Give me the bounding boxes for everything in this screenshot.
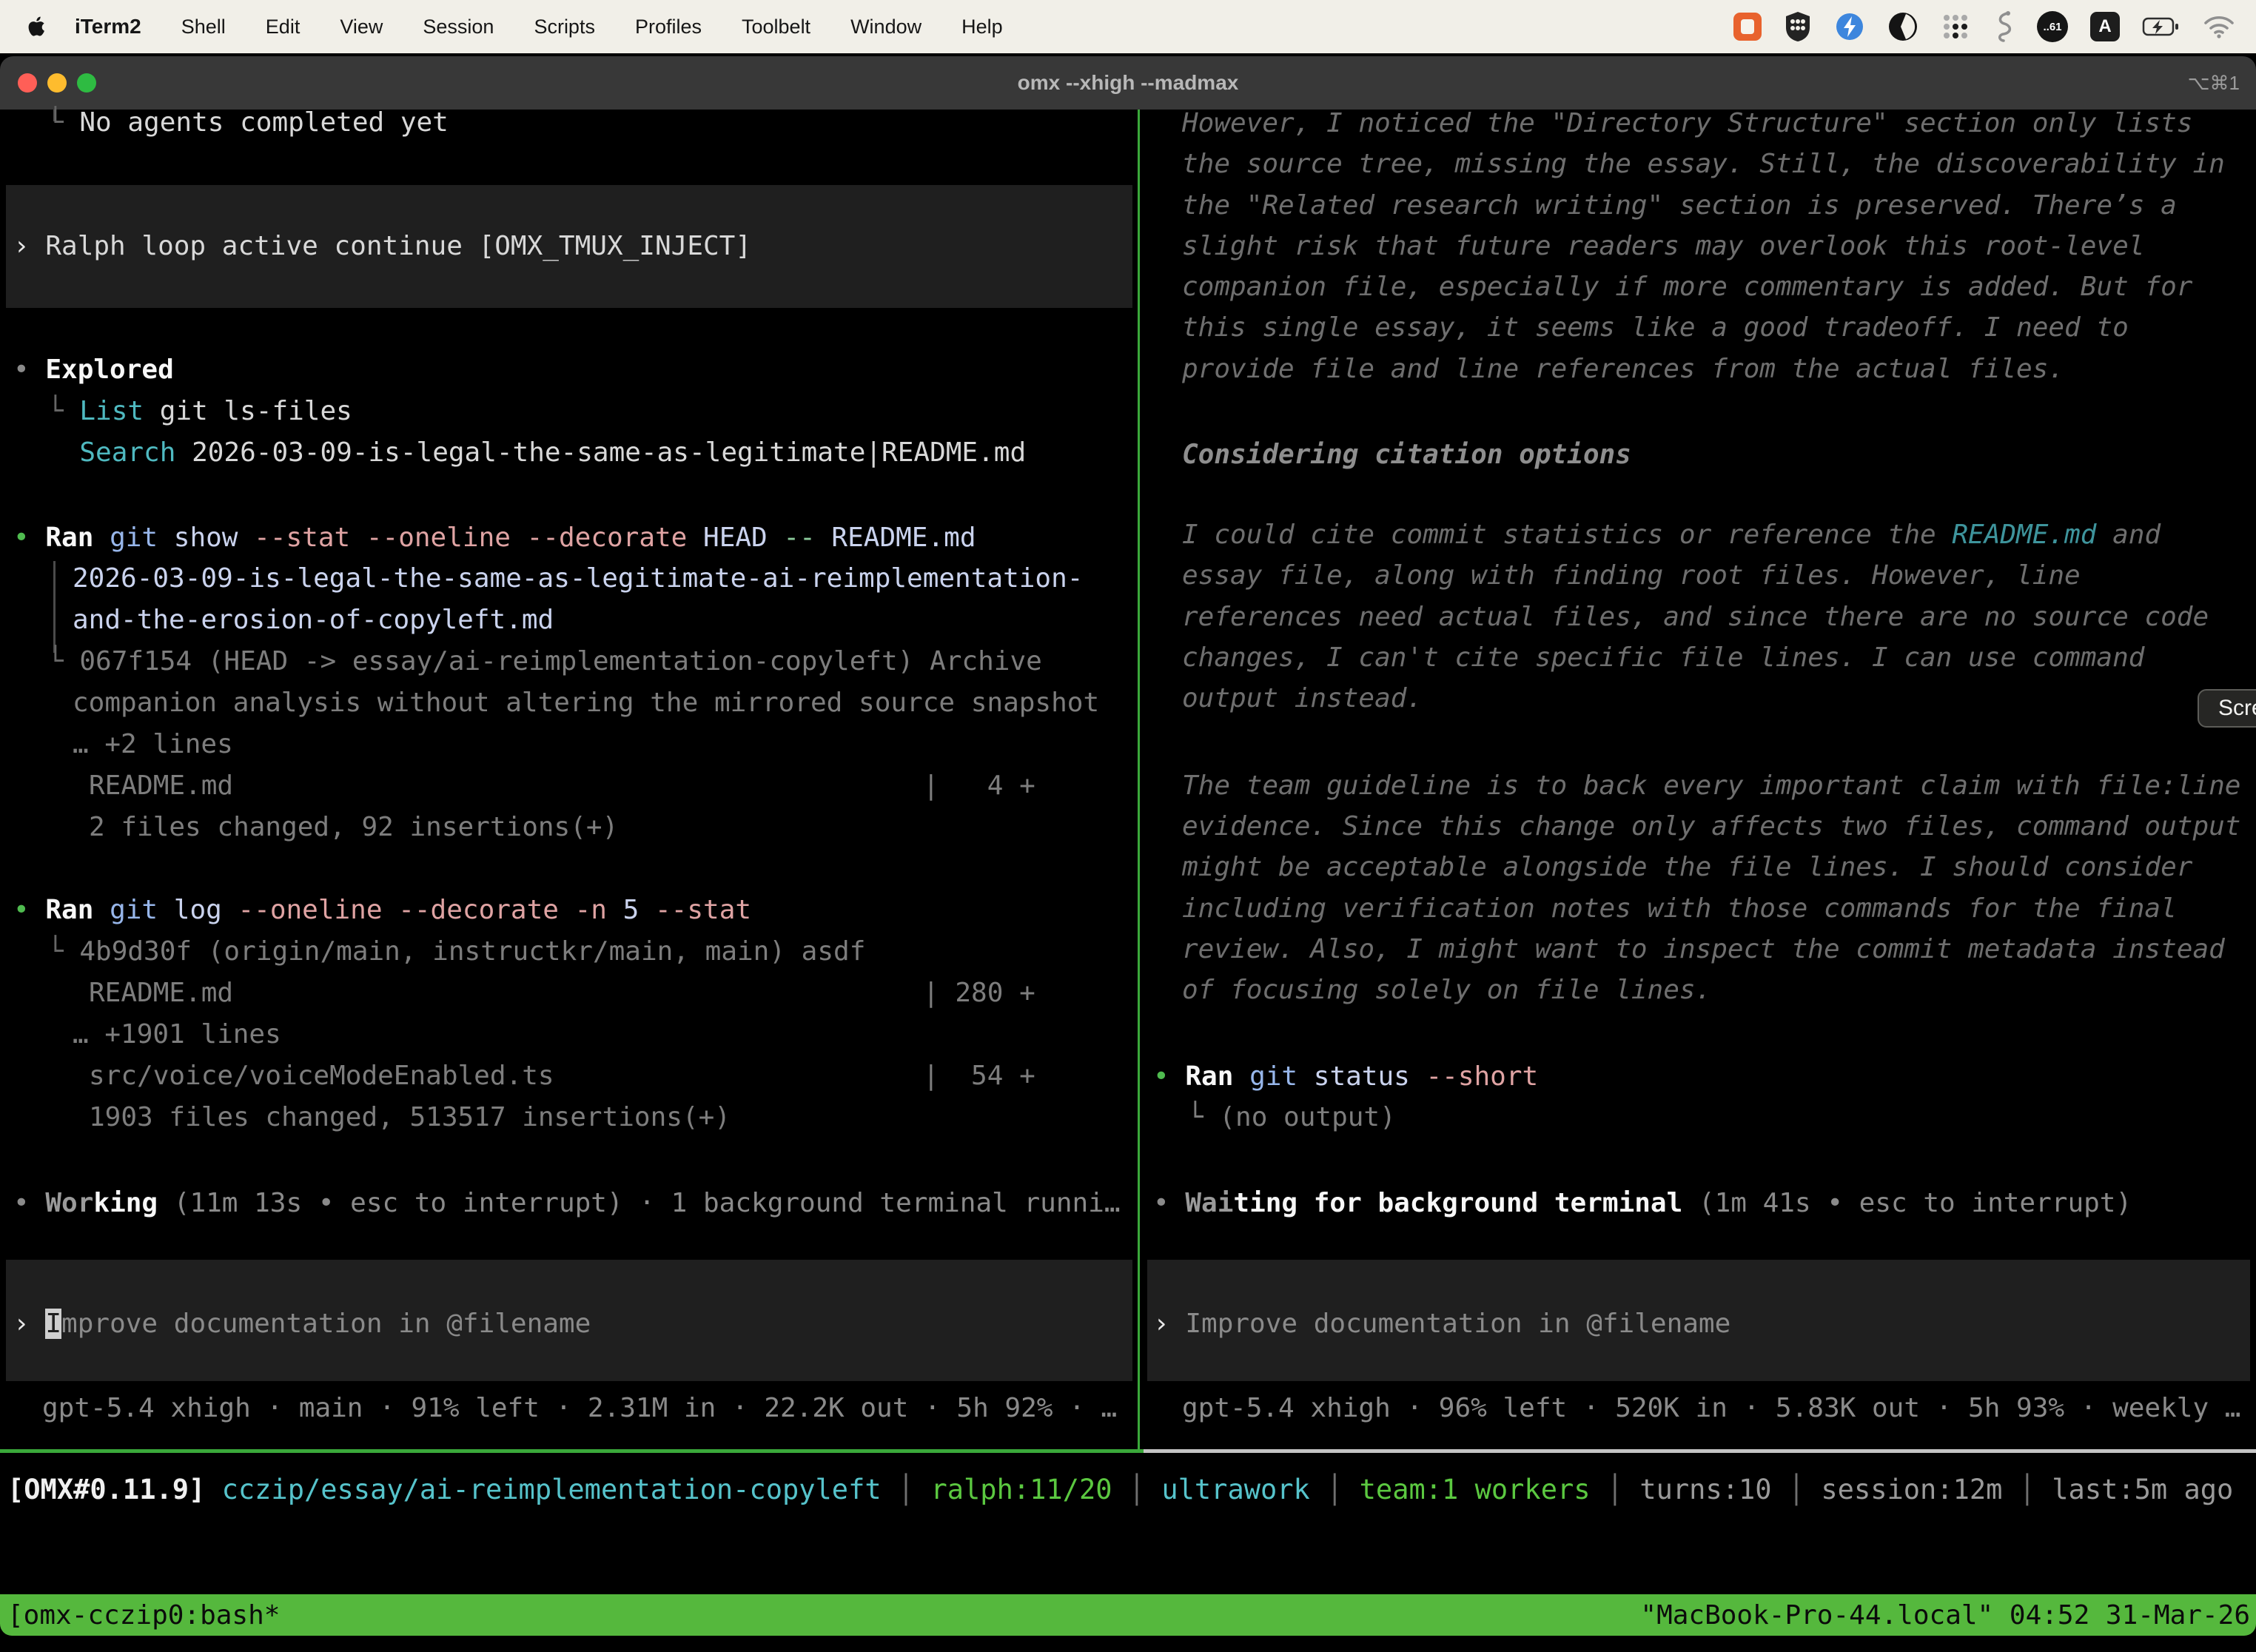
left-model-statusline: gpt-5.4 xhigh · main · 91% left · 2.31M …	[42, 1392, 1117, 1425]
reasoning-line: references need actual files, and since …	[1182, 601, 2209, 634]
left-prompt-input[interactable]: › Improve documentation in @filename	[13, 1308, 591, 1340]
reasoning-heading: Considering citation options	[1182, 439, 1631, 471]
omx-mode: ultrawork	[1161, 1474, 1309, 1505]
git-show-wrap-line: 2026-03-09-is-legal-the-same-as-legitima…	[73, 563, 1083, 595]
bullet: •	[13, 355, 45, 385]
omx-session: session:12m	[1821, 1474, 2002, 1505]
reasoning-line: essay file, along with finding root file…	[1182, 560, 2081, 592]
readme-link[interactable]: README.md	[1952, 520, 2096, 550]
reasoning-line: I could cite commit statistics or refere…	[1182, 519, 2161, 551]
tree-glyph: └	[47, 396, 79, 426]
git-log-stat-line: 1903 files changed, 513517 insertions(+)	[89, 1101, 731, 1134]
reasoning-line: changes, I can't cite specific file line…	[1182, 642, 2144, 674]
reasoning-line: the source tree, missing the essay. Stil…	[1182, 148, 2225, 181]
git-log-stat-line: src/voice/voiceModeEnabled.ts | 54 +	[89, 1060, 1035, 1092]
git-status-command: • Ran git status --short	[1153, 1061, 1538, 1093]
omx-ralph: ralph:11/20	[930, 1474, 1112, 1505]
git-show-stat-line: README.md | 4 +	[89, 770, 1035, 802]
prompt-glyph: ›	[13, 1309, 45, 1339]
omx-team: team:1 workers	[1360, 1474, 1591, 1505]
git-show-output-line: └ 067f154 (HEAD -> essay/ai-reimplementa…	[47, 645, 1042, 678]
tmux-status-bar: [omx-cczip0:bash* "MacBook-Pro-44.local"…	[0, 1594, 2256, 1636]
prompt-glyph: ›	[1153, 1309, 1185, 1339]
explored-search-line: Search 2026-03-09-is-legal-the-same-as-l…	[47, 437, 1026, 469]
git-show-stat-line: 2 files changed, 92 insertions(+)	[89, 811, 618, 844]
bullet: •	[1153, 1188, 1185, 1218]
tree-glyph: └	[47, 936, 79, 967]
reasoning-line: might be acceptable alongside the file l…	[1182, 851, 2192, 884]
screen-overlay-button[interactable]: Scre	[2198, 689, 2256, 728]
inject-banner-line: › Ralph loop active continue [OMX_TMUX_I…	[13, 230, 751, 263]
git-show-output-line: … +2 lines	[73, 728, 233, 761]
omx-version: [OMX#0.11.9]	[7, 1474, 205, 1505]
reasoning-line: including verification notes with those …	[1182, 893, 2177, 925]
agents-note-line: └ No agents completed yet	[47, 107, 449, 139]
tree-glyph: └	[47, 646, 79, 676]
git-log-output-line: └ 4b9d30f (origin/main, instructkr/main,…	[47, 936, 865, 968]
terminal-area: └ No agents completed yet › Ralph loop a…	[0, 0, 2256, 1652]
bullet: •	[13, 1188, 45, 1218]
explored-header: • Explored	[13, 354, 174, 386]
git-show-output-line: companion analysis without altering the …	[73, 687, 1099, 719]
reasoning-line: evidence. Since this change only affects…	[1182, 810, 2240, 843]
reasoning-line: companion file, especially if more comme…	[1182, 271, 2192, 303]
tmux-host-clock: "MacBook-Pro-44.local" 04:52 31-Mar-26	[1640, 1600, 2250, 1631]
left-pane-bottom-border	[0, 1449, 1144, 1453]
inject-banner: › Ralph loop active continue [OMX_TMUX_I…	[6, 185, 1132, 308]
text-cursor: I	[45, 1309, 61, 1339]
working-status-line: • Working (11m 13s • esc to interrupt) ·…	[13, 1187, 1121, 1220]
pane-divider[interactable]	[1138, 110, 1140, 1451]
right-prompt-box[interactable]: › Improve documentation in @filename	[1147, 1260, 2250, 1381]
right-model-statusline: gpt-5.4 xhigh · 96% left · 520K in · 5.8…	[1182, 1392, 2240, 1425]
git-log-stat-line: README.md | 280 +	[89, 977, 1035, 1010]
reasoning-line: However, I noticed the "Directory Struct…	[1182, 107, 2192, 140]
bullet: •	[13, 523, 45, 553]
git-log-command: • Ran git log --oneline --decorate -n 5 …	[13, 894, 751, 927]
tree-glyph: └	[47, 107, 79, 138]
git-show-command: • Ran git show --stat --oneline --decora…	[13, 522, 976, 554]
tmux-session-window[interactable]: [omx-cczip0:bash*	[7, 1600, 280, 1631]
reasoning-line: slight risk that future readers may over…	[1182, 230, 2144, 263]
bullet: •	[1153, 1061, 1185, 1092]
reasoning-line: provide file and line references from th…	[1182, 353, 2064, 386]
reasoning-line: The team guideline is to back every impo…	[1182, 770, 2240, 802]
right-pane-bottom-border	[1144, 1449, 2256, 1453]
reasoning-line: review. Also, I might want to inspect th…	[1182, 933, 2225, 966]
git-log-output-line: … +1901 lines	[73, 1018, 281, 1051]
reasoning-line: of focusing solely on file lines.	[1182, 974, 1711, 1007]
git-status-output-line: └ (no output)	[1187, 1101, 1396, 1134]
omx-turns: turns:10	[1639, 1474, 1771, 1505]
git-show-wrap-line: and-the-erosion-of-copyleft.md	[73, 604, 554, 637]
reasoning-line: the "Related research writing" section i…	[1182, 189, 2177, 222]
omx-path	[205, 1474, 221, 1505]
explored-list-line: └ List git ls-files	[47, 395, 352, 428]
omx-last: last:5m ago	[2052, 1474, 2233, 1505]
bullet: •	[13, 895, 45, 925]
omx-status-bar: [OMX#0.11.9] cczip/essay/ai-reimplementa…	[7, 1473, 2233, 1507]
waiting-status-line: • Waiting for background terminal (1m 41…	[1153, 1187, 2132, 1220]
left-prompt-box[interactable]: › Improve documentation in @filename	[6, 1260, 1132, 1381]
prompt-glyph: ›	[13, 231, 45, 261]
right-prompt-input[interactable]: › Improve documentation in @filename	[1153, 1308, 1730, 1340]
reasoning-line: this single essay, it seems like a good …	[1182, 312, 2129, 344]
reasoning-line: output instead.	[1182, 682, 1423, 715]
tree-riser	[53, 561, 56, 653]
